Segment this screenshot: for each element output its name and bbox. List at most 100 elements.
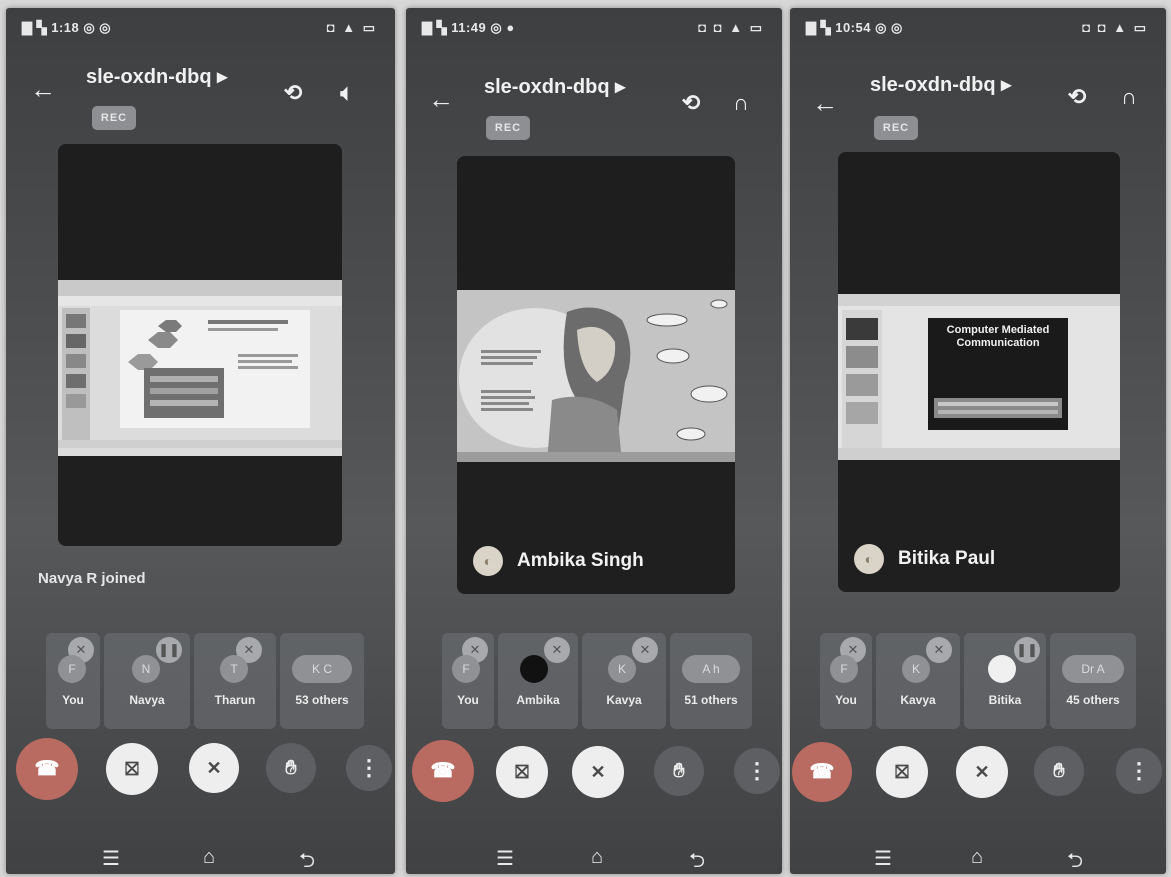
headphones-icon[interactable]: ∩	[1114, 82, 1144, 112]
back-arrow-icon[interactable]: ←	[424, 82, 458, 116]
status-bar: ▇ ▚ 1:18 ◎ ◎ ◘ ▲ ▭	[6, 14, 395, 40]
avatar-group: Dr A	[1062, 655, 1124, 683]
meeting-code[interactable]: sle-oxdn-dbq ▸	[484, 74, 625, 99]
back-arrow-icon[interactable]: ←	[808, 86, 842, 120]
headphones-icon[interactable]: ∩	[726, 88, 756, 118]
end-call-button[interactable]: ☎︎	[792, 742, 852, 802]
raise-hand-button[interactable]: ✋︎	[1034, 746, 1084, 796]
status-right: ◘ ◘ ▲ ▭	[1082, 20, 1148, 35]
status-right: ◘ ◘ ▲ ▭	[698, 20, 764, 35]
participant-tile-others[interactable]: A h 51 others	[670, 633, 752, 729]
system-navbar: ☰ ⌂ ⮌	[406, 846, 782, 874]
avatar: T	[220, 655, 248, 683]
mic-off-button[interactable]: ✕	[956, 746, 1008, 798]
avatar-group: K C	[292, 655, 352, 683]
presenter-avatar: ◐	[854, 544, 884, 574]
meeting-code[interactable]: sle-oxdn-dbq ▸	[870, 72, 1011, 97]
avatar-group: A h	[682, 655, 740, 683]
rec-badge: REC	[92, 106, 136, 130]
mic-off-button[interactable]: ✕	[572, 746, 624, 798]
camera-flip-icon[interactable]: ⟲	[278, 78, 308, 108]
participant-name: Kavya	[606, 693, 642, 707]
participant-tile-you[interactable]: ✕ F You	[46, 633, 100, 729]
participant-tile-you[interactable]: ✕ F You	[442, 633, 494, 729]
meeting-header: ← sle-oxdn-dbq ▸ REC ⟲ ∩	[790, 58, 1166, 140]
participant-name: 45 others	[1066, 693, 1120, 707]
phone-screen-2: ▇ ▚ 11:49 ◎ ● ◘ ◘ ▲ ▭ ← sle-oxdn-dbq ▸ R…	[406, 8, 782, 874]
recents-icon[interactable]: ☰	[96, 846, 126, 871]
participant-name: 51 others	[684, 693, 738, 707]
camera-off-button[interactable]: ⛝	[876, 746, 928, 798]
rec-badge: REC	[874, 116, 918, 140]
avatar	[988, 655, 1016, 683]
shared-screen	[58, 280, 342, 456]
phone-screen-1: ▇ ▚ 1:18 ◎ ◎ ◘ ▲ ▭ ← sle-oxdn-dbq ▸ REC …	[6, 8, 395, 874]
participant-name: Kavya	[900, 693, 936, 707]
avatar: K	[902, 655, 930, 683]
end-call-button[interactable]: ☎︎	[412, 740, 474, 802]
status-left: ▇ ▚ 1:18 ◎ ◎	[22, 20, 112, 35]
avatar: N	[132, 655, 160, 683]
raise-hand-button[interactable]: ✋︎	[266, 743, 316, 793]
participant-tile-tharun[interactable]: ✕ T Tharun	[194, 633, 276, 729]
participant-tile-bitika[interactable]: ❚❚ Bitika	[964, 633, 1046, 729]
back-icon[interactable]: ⮌	[292, 846, 322, 874]
status-bar: ▇ ▚ 10:54 ◎ ◎ ◘ ◘ ▲ ▭	[790, 14, 1166, 40]
participant-tile-navya[interactable]: ❚❚ N Navya	[104, 633, 190, 729]
participant-name: You	[457, 693, 479, 707]
speaking-indicator-icon: ❚❚	[1014, 637, 1040, 663]
avatar: F	[830, 655, 858, 683]
back-icon[interactable]: ⮌	[1060, 846, 1090, 874]
speaker-icon[interactable]: 🔈︎	[332, 78, 362, 108]
more-options-button[interactable]: ⋮	[346, 745, 392, 791]
participant-tile-others[interactable]: K C 53 others	[280, 633, 364, 729]
mic-muted-icon: ✕	[632, 637, 658, 663]
recents-icon[interactable]: ☰	[868, 846, 898, 871]
participant-name: You	[62, 693, 84, 707]
presentation-slide-image	[838, 294, 1120, 460]
presenter-label: ◐ Bitika Paul	[854, 544, 995, 574]
participant-name: You	[835, 693, 857, 707]
more-options-button[interactable]: ⋮	[734, 748, 780, 794]
avatar: F	[452, 655, 480, 683]
participant-name: Ambika	[516, 693, 560, 707]
shared-screen-area: ◐ Ambika Singh	[457, 156, 735, 594]
recents-icon[interactable]: ☰	[490, 846, 520, 871]
back-icon[interactable]: ⮌	[682, 846, 712, 874]
mic-off-button[interactable]: ✕	[189, 743, 239, 793]
participant-name: Bitika	[988, 693, 1022, 707]
camera-flip-icon[interactable]: ⟲	[1062, 82, 1092, 112]
status-left: ▇ ▚ 10:54 ◎ ◎	[806, 20, 903, 35]
participant-tile-ambika[interactable]: ✕ Ambika	[498, 633, 578, 729]
shared-screen-area	[58, 144, 342, 546]
presenter-name: Ambika Singh	[517, 550, 644, 571]
status-bar: ▇ ▚ 11:49 ◎ ● ◘ ◘ ▲ ▭	[406, 14, 782, 40]
speaking-indicator-icon: ❚❚	[156, 637, 182, 663]
camera-off-button[interactable]: ⛝	[106, 743, 158, 795]
system-navbar: ☰ ⌂ ⮌	[6, 846, 395, 874]
back-arrow-icon[interactable]: ←	[26, 72, 60, 106]
shared-screen-area: Computer Mediated Communication ◐ Bitika…	[838, 152, 1120, 592]
phone-screen-3: ▇ ▚ 10:54 ◎ ◎ ◘ ◘ ▲ ▭ ← sle-oxdn-dbq ▸ R…	[790, 8, 1166, 874]
join-toast: Navya R joined	[38, 570, 146, 587]
presentation-slide-image	[457, 290, 735, 462]
shared-screen	[457, 290, 735, 462]
meeting-code[interactable]: sle-oxdn-dbq ▸	[86, 64, 227, 89]
participant-tile-kavya[interactable]: ✕ K Kavya	[582, 633, 666, 729]
presentation-slide-image	[58, 280, 342, 448]
status-left: ▇ ▚ 11:49 ◎ ●	[422, 20, 515, 35]
raise-hand-button[interactable]: ✋︎	[654, 746, 704, 796]
home-icon[interactable]: ⌂	[962, 846, 992, 869]
camera-flip-icon[interactable]: ⟲	[676, 88, 706, 118]
end-call-button[interactable]: ☎︎	[16, 738, 78, 800]
participant-tile-others[interactable]: Dr A 45 others	[1050, 633, 1136, 729]
participant-name: 53 others	[295, 693, 349, 707]
rec-badge: REC	[486, 116, 530, 140]
avatar: K	[608, 655, 636, 683]
participant-tile-kavya[interactable]: ✕ K Kavya	[876, 633, 960, 729]
home-icon[interactable]: ⌂	[582, 846, 612, 869]
participant-tile-you[interactable]: ✕ F You	[820, 633, 872, 729]
more-options-button[interactable]: ⋮	[1116, 748, 1162, 794]
home-icon[interactable]: ⌂	[194, 846, 224, 869]
camera-off-button[interactable]: ⛝	[496, 746, 548, 798]
